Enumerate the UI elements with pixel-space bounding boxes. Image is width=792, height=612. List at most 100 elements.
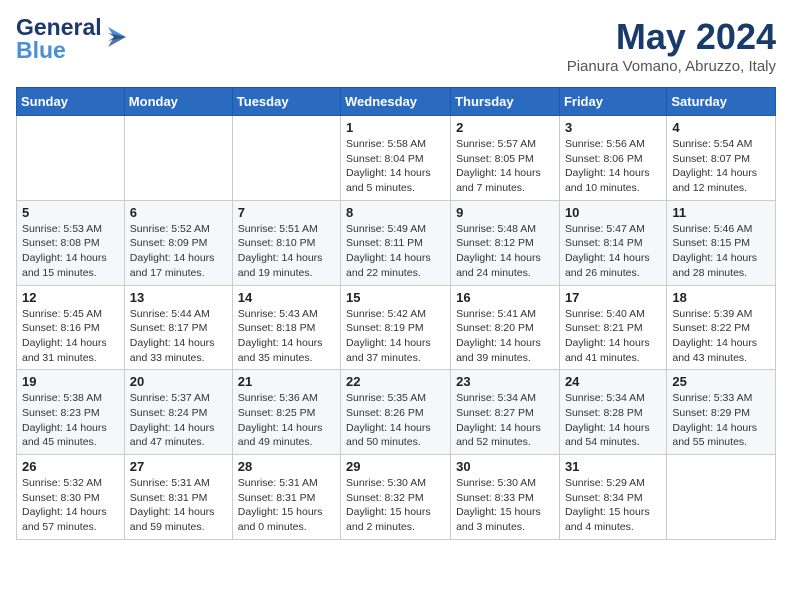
- day-info: Sunrise: 5:31 AM Sunset: 8:31 PM Dayligh…: [238, 476, 335, 535]
- col-monday: Monday: [124, 88, 232, 116]
- table-row: 9 Sunrise: 5:48 AM Sunset: 8:12 PM Daylig…: [451, 200, 560, 285]
- day-info: Sunrise: 5:46 AM Sunset: 8:15 PM Dayligh…: [672, 222, 770, 281]
- table-row: 22 Sunrise: 5:35 AM Sunset: 8:26 PM Dayli…: [341, 370, 451, 455]
- day-number: 19: [22, 374, 119, 389]
- day-number: 20: [130, 374, 227, 389]
- day-number: 16: [456, 290, 554, 305]
- day-number: 5: [22, 205, 119, 220]
- month-title: May 2024: [567, 16, 776, 58]
- col-tuesday: Tuesday: [232, 88, 340, 116]
- day-number: 24: [565, 374, 661, 389]
- day-number: 27: [130, 459, 227, 474]
- day-number: 17: [565, 290, 661, 305]
- table-row: 1 Sunrise: 5:58 AM Sunset: 8:04 PM Daylig…: [341, 116, 451, 201]
- day-number: 15: [346, 290, 445, 305]
- calendar-week-row: 19 Sunrise: 5:38 AM Sunset: 8:23 PM Dayli…: [17, 370, 776, 455]
- table-row: 24 Sunrise: 5:34 AM Sunset: 8:28 PM Dayli…: [559, 370, 666, 455]
- day-number: 21: [238, 374, 335, 389]
- table-row: 20Sunrise: 5:37 AM Sunset: 8:24 PM Dayli…: [124, 370, 232, 455]
- day-info: Sunrise: 5:39 AM Sunset: 8:22 PM Dayligh…: [672, 307, 770, 366]
- table-row: 8Sunrise: 5:49 AM Sunset: 8:11 PM Daylig…: [341, 200, 451, 285]
- day-number: 18: [672, 290, 770, 305]
- day-number: 11: [672, 205, 770, 220]
- day-info: Sunrise: 5:42 AM Sunset: 8:19 PM Dayligh…: [346, 307, 445, 366]
- day-number: 13: [130, 290, 227, 305]
- table-row: 18 Sunrise: 5:39 AM Sunset: 8:22 PM Dayli…: [667, 285, 776, 370]
- table-row: 6 Sunrise: 5:52 AM Sunset: 8:09 PM Daylig…: [124, 200, 232, 285]
- calendar-week-row: 5 Sunrise: 5:53 AM Sunset: 8:08 PM Daylig…: [17, 200, 776, 285]
- table-row: 15 Sunrise: 5:42 AM Sunset: 8:19 PM Dayli…: [341, 285, 451, 370]
- day-number: 2: [456, 120, 554, 135]
- table-row: 13 Sunrise: 5:44 AM Sunset: 8:17 PM Dayli…: [124, 285, 232, 370]
- table-row: 11 Sunrise: 5:46 AM Sunset: 8:15 PM Dayli…: [667, 200, 776, 285]
- day-number: 6: [130, 205, 227, 220]
- calendar-header-row: Sunday Monday Tuesday Wednesday Thursday…: [17, 88, 776, 116]
- day-info: Sunrise: 5:47 AM Sunset: 8:14 PM Dayligh…: [565, 222, 661, 281]
- day-number: 28: [238, 459, 335, 474]
- table-row: 29Sunrise: 5:30 AM Sunset: 8:32 PM Dayli…: [341, 455, 451, 540]
- day-number: 9: [456, 205, 554, 220]
- calendar-week-row: 26 Sunrise: 5:32 AM Sunset: 8:30 PM Dayli…: [17, 455, 776, 540]
- table-row: 30 Sunrise: 5:30 AM Sunset: 8:33 PM Dayli…: [451, 455, 560, 540]
- table-row: 17 Sunrise: 5:40 AM Sunset: 8:21 PM Dayli…: [559, 285, 666, 370]
- day-number: 23: [456, 374, 554, 389]
- day-info: Sunrise: 5:40 AM Sunset: 8:21 PM Dayligh…: [565, 307, 661, 366]
- logo: General Blue: [16, 16, 126, 62]
- day-info: Sunrise: 5:52 AM Sunset: 8:09 PM Dayligh…: [130, 222, 227, 281]
- page-header: General Blue May 2024 Pianura Vomano, Ab…: [16, 16, 776, 75]
- day-info: Sunrise: 5:30 AM Sunset: 8:32 PM Dayligh…: [346, 476, 445, 535]
- day-number: 14: [238, 290, 335, 305]
- day-info: Sunrise: 5:45 AM Sunset: 8:16 PM Dayligh…: [22, 307, 119, 366]
- day-number: 7: [238, 205, 335, 220]
- table-row: 27 Sunrise: 5:31 AM Sunset: 8:31 PM Dayli…: [124, 455, 232, 540]
- logo-container: General Blue: [16, 16, 126, 62]
- table-row: 31 Sunrise: 5:29 AM Sunset: 8:34 PM Dayli…: [559, 455, 666, 540]
- day-info: Sunrise: 5:43 AM Sunset: 8:18 PM Dayligh…: [238, 307, 335, 366]
- logo-bird-icon: [104, 19, 126, 55]
- location: Pianura Vomano, Abruzzo, Italy: [567, 58, 776, 75]
- day-number: 22: [346, 374, 445, 389]
- day-info: Sunrise: 5:31 AM Sunset: 8:31 PM Dayligh…: [130, 476, 227, 535]
- col-wednesday: Wednesday: [341, 88, 451, 116]
- logo-text: General Blue: [16, 16, 102, 62]
- day-number: 3: [565, 120, 661, 135]
- day-number: 8: [346, 205, 445, 220]
- day-number: 26: [22, 459, 119, 474]
- calendar-week-row: 12 Sunrise: 5:45 AM Sunset: 8:16 PM Dayli…: [17, 285, 776, 370]
- day-info: Sunrise: 5:53 AM Sunset: 8:08 PM Dayligh…: [22, 222, 119, 281]
- day-info: Sunrise: 5:32 AM Sunset: 8:30 PM Dayligh…: [22, 476, 119, 535]
- day-number: 4: [672, 120, 770, 135]
- day-info: Sunrise: 5:34 AM Sunset: 8:28 PM Dayligh…: [565, 391, 661, 450]
- table-row: 19 Sunrise: 5:38 AM Sunset: 8:23 PM Dayli…: [17, 370, 125, 455]
- table-row: [124, 116, 232, 201]
- table-row: [17, 116, 125, 201]
- table-row: 16 Sunrise: 5:41 AM Sunset: 8:20 PM Dayli…: [451, 285, 560, 370]
- day-info: Sunrise: 5:29 AM Sunset: 8:34 PM Dayligh…: [565, 476, 661, 535]
- day-info: Sunrise: 5:34 AM Sunset: 8:27 PM Dayligh…: [456, 391, 554, 450]
- table-row: 25 Sunrise: 5:33 AM Sunset: 8:29 PM Dayli…: [667, 370, 776, 455]
- day-info: Sunrise: 5:38 AM Sunset: 8:23 PM Dayligh…: [22, 391, 119, 450]
- day-info: Sunrise: 5:30 AM Sunset: 8:33 PM Dayligh…: [456, 476, 554, 535]
- day-info: Sunrise: 5:36 AM Sunset: 8:25 PM Dayligh…: [238, 391, 335, 450]
- table-row: 2 Sunrise: 5:57 AM Sunset: 8:05 PM Daylig…: [451, 116, 560, 201]
- table-row: 5 Sunrise: 5:53 AM Sunset: 8:08 PM Daylig…: [17, 200, 125, 285]
- table-row: [232, 116, 340, 201]
- day-info: Sunrise: 5:57 AM Sunset: 8:05 PM Dayligh…: [456, 137, 554, 196]
- day-number: 30: [456, 459, 554, 474]
- table-row: [667, 455, 776, 540]
- day-number: 31: [565, 459, 661, 474]
- day-info: Sunrise: 5:44 AM Sunset: 8:17 PM Dayligh…: [130, 307, 227, 366]
- day-number: 1: [346, 120, 445, 135]
- day-info: Sunrise: 5:35 AM Sunset: 8:26 PM Dayligh…: [346, 391, 445, 450]
- day-info: Sunrise: 5:58 AM Sunset: 8:04 PM Dayligh…: [346, 137, 445, 196]
- day-number: 12: [22, 290, 119, 305]
- table-row: 4Sunrise: 5:54 AM Sunset: 8:07 PM Daylig…: [667, 116, 776, 201]
- day-info: Sunrise: 5:48 AM Sunset: 8:12 PM Dayligh…: [456, 222, 554, 281]
- day-number: 25: [672, 374, 770, 389]
- table-row: 23 Sunrise: 5:34 AM Sunset: 8:27 PM Dayli…: [451, 370, 560, 455]
- day-info: Sunrise: 5:33 AM Sunset: 8:29 PM Dayligh…: [672, 391, 770, 450]
- day-info: Sunrise: 5:41 AM Sunset: 8:20 PM Dayligh…: [456, 307, 554, 366]
- table-row: 12 Sunrise: 5:45 AM Sunset: 8:16 PM Dayli…: [17, 285, 125, 370]
- table-row: 28 Sunrise: 5:31 AM Sunset: 8:31 PM Dayli…: [232, 455, 340, 540]
- table-row: 26 Sunrise: 5:32 AM Sunset: 8:30 PM Dayli…: [17, 455, 125, 540]
